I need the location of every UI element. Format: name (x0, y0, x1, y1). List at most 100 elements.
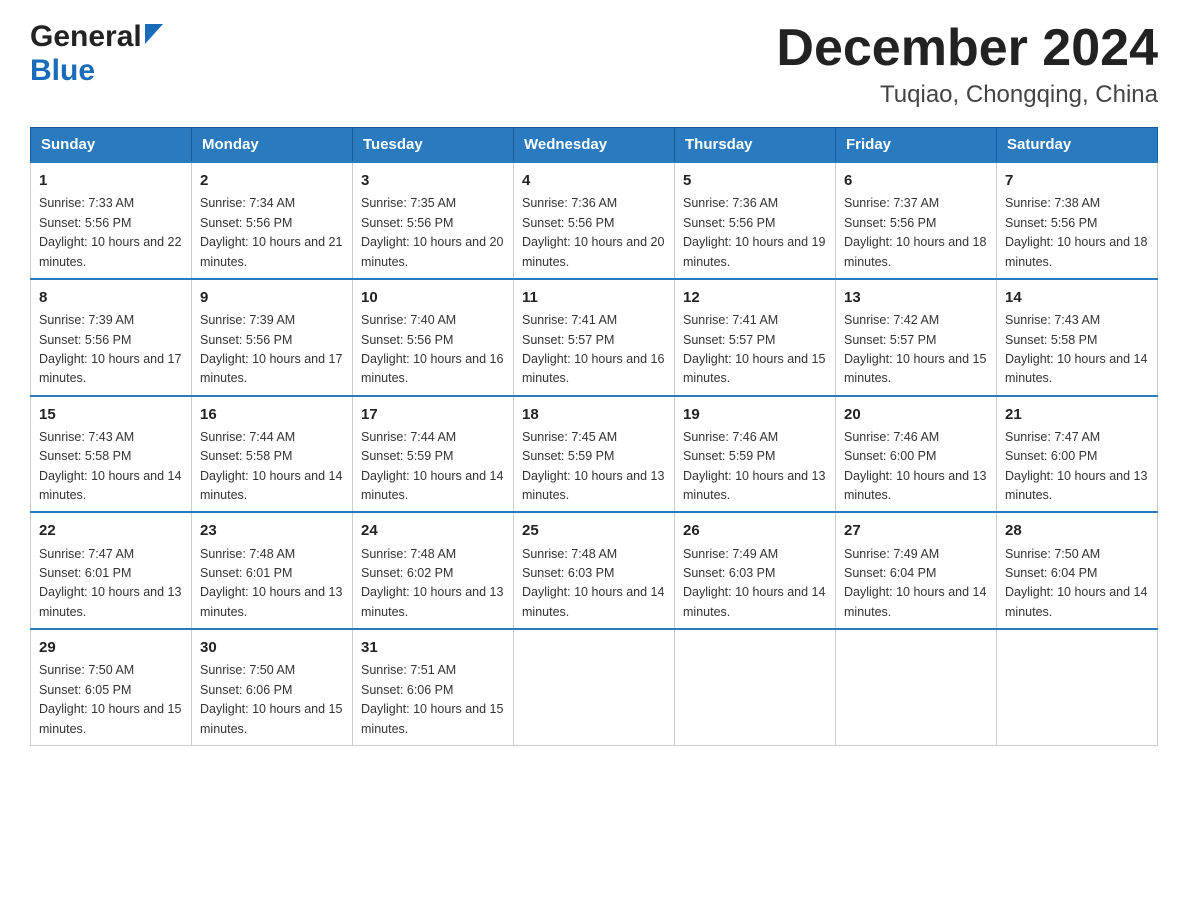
calendar-cell: 26 Sunrise: 7:49 AMSunset: 6:03 PMDaylig… (675, 512, 836, 629)
calendar-cell: 1 Sunrise: 7:33 AMSunset: 5:56 PMDayligh… (31, 162, 192, 279)
calendar-cell: 8 Sunrise: 7:39 AMSunset: 5:56 PMDayligh… (31, 279, 192, 396)
day-info: Sunrise: 7:35 AMSunset: 5:56 PMDaylight:… (361, 196, 503, 268)
logo-general-text: General (30, 20, 142, 54)
day-number: 17 (361, 403, 505, 426)
calendar-cell: 3 Sunrise: 7:35 AMSunset: 5:56 PMDayligh… (353, 162, 514, 279)
header-friday: Friday (836, 128, 997, 163)
day-info: Sunrise: 7:49 AMSunset: 6:04 PMDaylight:… (844, 547, 986, 619)
header-saturday: Saturday (997, 128, 1158, 163)
calendar-cell: 2 Sunrise: 7:34 AMSunset: 5:56 PMDayligh… (192, 162, 353, 279)
day-info: Sunrise: 7:48 AMSunset: 6:02 PMDaylight:… (361, 547, 503, 619)
title-area: December 2024 Tuqiao, Chongqing, China (776, 20, 1158, 109)
calendar-cell: 10 Sunrise: 7:40 AMSunset: 5:56 PMDaylig… (353, 279, 514, 396)
day-info: Sunrise: 7:50 AMSunset: 6:05 PMDaylight:… (39, 663, 181, 735)
day-info: Sunrise: 7:36 AMSunset: 5:56 PMDaylight:… (522, 196, 664, 268)
calendar-cell: 27 Sunrise: 7:49 AMSunset: 6:04 PMDaylig… (836, 512, 997, 629)
day-number: 22 (39, 519, 183, 542)
calendar-cell: 5 Sunrise: 7:36 AMSunset: 5:56 PMDayligh… (675, 162, 836, 279)
day-number: 19 (683, 403, 827, 426)
day-number: 10 (361, 286, 505, 309)
day-number: 4 (522, 169, 666, 192)
day-info: Sunrise: 7:46 AMSunset: 5:59 PMDaylight:… (683, 430, 825, 502)
calendar-cell: 4 Sunrise: 7:36 AMSunset: 5:56 PMDayligh… (514, 162, 675, 279)
calendar-cell: 23 Sunrise: 7:48 AMSunset: 6:01 PMDaylig… (192, 512, 353, 629)
day-info: Sunrise: 7:46 AMSunset: 6:00 PMDaylight:… (844, 430, 986, 502)
calendar-cell: 24 Sunrise: 7:48 AMSunset: 6:02 PMDaylig… (353, 512, 514, 629)
day-info: Sunrise: 7:48 AMSunset: 6:03 PMDaylight:… (522, 547, 664, 619)
day-number: 12 (683, 286, 827, 309)
day-info: Sunrise: 7:42 AMSunset: 5:57 PMDaylight:… (844, 313, 986, 385)
calendar-cell: 22 Sunrise: 7:47 AMSunset: 6:01 PMDaylig… (31, 512, 192, 629)
calendar-cell: 28 Sunrise: 7:50 AMSunset: 6:04 PMDaylig… (997, 512, 1158, 629)
header-monday: Monday (192, 128, 353, 163)
day-number: 23 (200, 519, 344, 542)
day-info: Sunrise: 7:50 AMSunset: 6:06 PMDaylight:… (200, 663, 342, 735)
logo-blue-text: Blue (30, 54, 95, 87)
calendar-cell (997, 629, 1158, 745)
day-number: 1 (39, 169, 183, 192)
day-number: 30 (200, 636, 344, 659)
day-number: 7 (1005, 169, 1149, 192)
day-info: Sunrise: 7:39 AMSunset: 5:56 PMDaylight:… (39, 313, 181, 385)
day-info: Sunrise: 7:45 AMSunset: 5:59 PMDaylight:… (522, 430, 664, 502)
day-info: Sunrise: 7:36 AMSunset: 5:56 PMDaylight:… (683, 196, 825, 268)
header-wednesday: Wednesday (514, 128, 675, 163)
calendar-cell: 16 Sunrise: 7:44 AMSunset: 5:58 PMDaylig… (192, 396, 353, 513)
calendar-cell: 11 Sunrise: 7:41 AMSunset: 5:57 PMDaylig… (514, 279, 675, 396)
day-info: Sunrise: 7:39 AMSunset: 5:56 PMDaylight:… (200, 313, 342, 385)
day-number: 29 (39, 636, 183, 659)
calendar-cell (514, 629, 675, 745)
day-number: 21 (1005, 403, 1149, 426)
day-number: 28 (1005, 519, 1149, 542)
day-number: 3 (361, 169, 505, 192)
day-info: Sunrise: 7:38 AMSunset: 5:56 PMDaylight:… (1005, 196, 1147, 268)
day-number: 18 (522, 403, 666, 426)
calendar-cell: 29 Sunrise: 7:50 AMSunset: 6:05 PMDaylig… (31, 629, 192, 745)
calendar-cell: 18 Sunrise: 7:45 AMSunset: 5:59 PMDaylig… (514, 396, 675, 513)
day-number: 6 (844, 169, 988, 192)
day-number: 25 (522, 519, 666, 542)
day-number: 27 (844, 519, 988, 542)
calendar-cell (836, 629, 997, 745)
calendar-cell: 20 Sunrise: 7:46 AMSunset: 6:00 PMDaylig… (836, 396, 997, 513)
calendar-cell: 17 Sunrise: 7:44 AMSunset: 5:59 PMDaylig… (353, 396, 514, 513)
calendar-cell: 6 Sunrise: 7:37 AMSunset: 5:56 PMDayligh… (836, 162, 997, 279)
calendar-cell: 14 Sunrise: 7:43 AMSunset: 5:58 PMDaylig… (997, 279, 1158, 396)
calendar-cell: 19 Sunrise: 7:46 AMSunset: 5:59 PMDaylig… (675, 396, 836, 513)
day-info: Sunrise: 7:41 AMSunset: 5:57 PMDaylight:… (683, 313, 825, 385)
calendar-cell (675, 629, 836, 745)
day-info: Sunrise: 7:50 AMSunset: 6:04 PMDaylight:… (1005, 547, 1147, 619)
day-info: Sunrise: 7:51 AMSunset: 6:06 PMDaylight:… (361, 663, 503, 735)
day-number: 9 (200, 286, 344, 309)
day-info: Sunrise: 7:49 AMSunset: 6:03 PMDaylight:… (683, 547, 825, 619)
day-number: 8 (39, 286, 183, 309)
day-info: Sunrise: 7:47 AMSunset: 6:01 PMDaylight:… (39, 547, 181, 619)
day-info: Sunrise: 7:47 AMSunset: 6:00 PMDaylight:… (1005, 430, 1147, 502)
calendar-header-row: Sunday Monday Tuesday Wednesday Thursday… (31, 128, 1158, 163)
calendar-cell: 25 Sunrise: 7:48 AMSunset: 6:03 PMDaylig… (514, 512, 675, 629)
day-number: 31 (361, 636, 505, 659)
day-info: Sunrise: 7:33 AMSunset: 5:56 PMDaylight:… (39, 196, 181, 268)
day-number: 24 (361, 519, 505, 542)
calendar-cell: 15 Sunrise: 7:43 AMSunset: 5:58 PMDaylig… (31, 396, 192, 513)
calendar-week-5: 29 Sunrise: 7:50 AMSunset: 6:05 PMDaylig… (31, 629, 1158, 745)
day-number: 14 (1005, 286, 1149, 309)
header-tuesday: Tuesday (353, 128, 514, 163)
day-number: 13 (844, 286, 988, 309)
calendar-cell: 13 Sunrise: 7:42 AMSunset: 5:57 PMDaylig… (836, 279, 997, 396)
calendar-cell: 7 Sunrise: 7:38 AMSunset: 5:56 PMDayligh… (997, 162, 1158, 279)
day-info: Sunrise: 7:41 AMSunset: 5:57 PMDaylight:… (522, 313, 664, 385)
month-title: December 2024 (776, 20, 1158, 77)
calendar-cell: 9 Sunrise: 7:39 AMSunset: 5:56 PMDayligh… (192, 279, 353, 396)
calendar-cell: 31 Sunrise: 7:51 AMSunset: 6:06 PMDaylig… (353, 629, 514, 745)
header-thursday: Thursday (675, 128, 836, 163)
day-number: 20 (844, 403, 988, 426)
calendar-week-1: 1 Sunrise: 7:33 AMSunset: 5:56 PMDayligh… (31, 162, 1158, 279)
calendar-week-3: 15 Sunrise: 7:43 AMSunset: 5:58 PMDaylig… (31, 396, 1158, 513)
day-info: Sunrise: 7:43 AMSunset: 5:58 PMDaylight:… (1005, 313, 1147, 385)
calendar-table: Sunday Monday Tuesday Wednesday Thursday… (30, 127, 1158, 746)
calendar-cell: 21 Sunrise: 7:47 AMSunset: 6:00 PMDaylig… (997, 396, 1158, 513)
day-info: Sunrise: 7:43 AMSunset: 5:58 PMDaylight:… (39, 430, 181, 502)
day-number: 16 (200, 403, 344, 426)
day-number: 26 (683, 519, 827, 542)
